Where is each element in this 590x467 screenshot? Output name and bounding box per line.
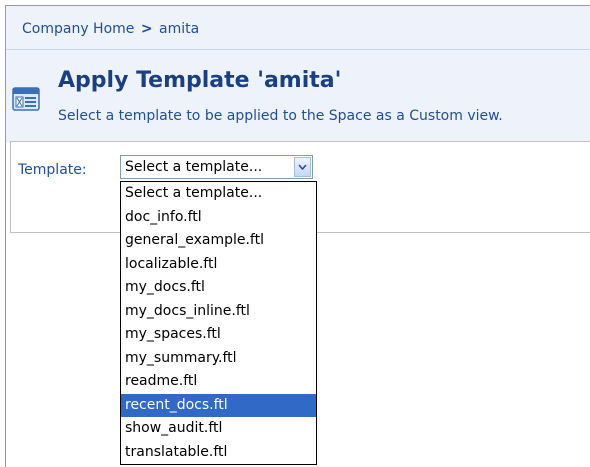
chevron-down-glyph <box>298 164 307 170</box>
breadcrumb-bar: Company Home > amita <box>6 6 590 50</box>
dropdown-option[interactable]: localizable.ftl <box>121 253 316 276</box>
breadcrumb-company-home[interactable]: Company Home <box>22 21 134 37</box>
dropdown-option[interactable]: readme.ftl <box>121 370 316 393</box>
page-subtitle: Select a template to be applied to the S… <box>58 108 503 124</box>
dropdown-option[interactable]: my_docs_inline.ftl <box>121 300 316 323</box>
template-view-icon <box>12 87 40 111</box>
template-select[interactable]: Select a template... <box>120 155 313 179</box>
template-dropdown-list: Select a template... doc_info.ftl general_… <box>120 181 317 465</box>
dropdown-option[interactable]: Select a template... <box>121 182 316 205</box>
page-title: Apply Template 'amita' <box>58 68 342 93</box>
breadcrumb-separator: > <box>140 21 153 37</box>
breadcrumb: Company Home > amita <box>22 21 199 37</box>
dropdown-option[interactable]: show_audit.ftl <box>121 417 316 440</box>
chevron-down-icon[interactable] <box>294 157 311 177</box>
template-label: Template: <box>18 162 87 178</box>
dropdown-option[interactable]: my_docs.ftl <box>121 276 316 299</box>
template-select-value: Select a template... <box>125 159 263 175</box>
header-panel: Apply Template 'amita' Select a template… <box>6 50 590 143</box>
dropdown-option[interactable]: general_example.ftl <box>121 229 316 252</box>
dropdown-option[interactable]: my_spaces.ftl <box>121 323 316 346</box>
dropdown-option[interactable]: translatable.ftl <box>121 441 316 464</box>
breadcrumb-current[interactable]: amita <box>159 21 199 37</box>
dropdown-option[interactable]: recent_docs.ftl <box>121 393 316 417</box>
dropdown-option[interactable]: doc_info.ftl <box>121 206 316 229</box>
dropdown-option[interactable]: my_summary.ftl <box>121 347 316 370</box>
